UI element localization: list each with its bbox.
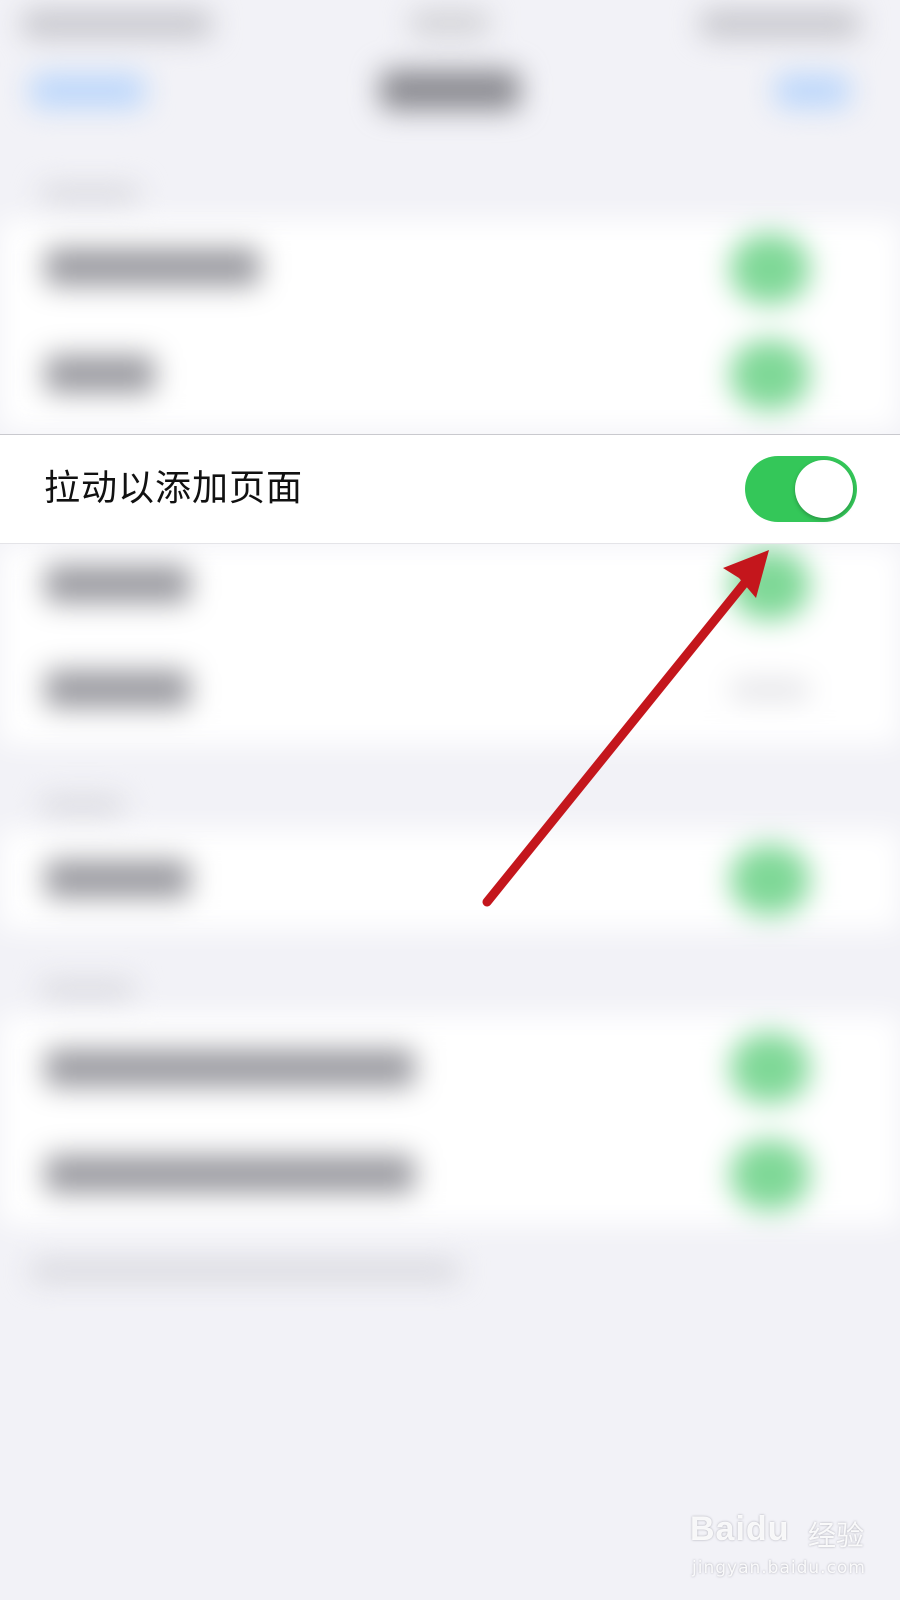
setting-row-label (45, 1155, 415, 1193)
status-bar-indicators (700, 10, 860, 38)
setting-row-label (45, 1049, 415, 1087)
setting-switch[interactable] (730, 1033, 810, 1103)
setting-row-label (45, 355, 155, 393)
watermark-brand: Baidu (690, 1510, 790, 1548)
footer-note (30, 1262, 460, 1280)
settings-group-2 (0, 830, 900, 930)
section-header-3 (40, 982, 135, 998)
setting-row-pull-to-add-page: 拉动以添加页面 (0, 434, 900, 544)
setting-switch[interactable] (730, 234, 810, 304)
setting-switch[interactable] (730, 1140, 810, 1210)
setting-switch[interactable] (730, 340, 810, 410)
pull-to-add-page-toggle[interactable] (745, 456, 857, 522)
setting-row-label (45, 860, 190, 898)
setting-switch[interactable] (730, 550, 810, 620)
setting-row-label: 拉动以添加页面 (44, 468, 304, 509)
toggle-knob (795, 460, 853, 518)
setting-row-label (45, 670, 190, 708)
settings-group-3 (0, 1015, 900, 1225)
settings-screen: 拉动以添加页面 Baidu 经验 jingyan.baidu.com (0, 0, 900, 1600)
blurred-background (0, 0, 900, 1600)
status-bar-time (22, 10, 212, 38)
setting-detail-value (730, 680, 810, 700)
setting-row-label (45, 565, 190, 603)
back-button[interactable] (30, 74, 145, 108)
page-title (380, 70, 520, 110)
status-bar-center (410, 10, 490, 36)
setting-row-label (45, 248, 260, 286)
baidu-watermark: Baidu 经验 jingyan.baidu.com (690, 1500, 890, 1590)
settings-group-1-continued (0, 545, 900, 745)
settings-group-1 (0, 220, 900, 430)
section-header-2 (40, 798, 125, 814)
watermark-brand-cn: 经验 (808, 1519, 865, 1552)
watermark-url: jingyan.baidu.com (692, 1558, 866, 1578)
setting-switch[interactable] (730, 845, 810, 915)
section-header-1 (40, 186, 140, 202)
done-button[interactable] (775, 74, 850, 108)
